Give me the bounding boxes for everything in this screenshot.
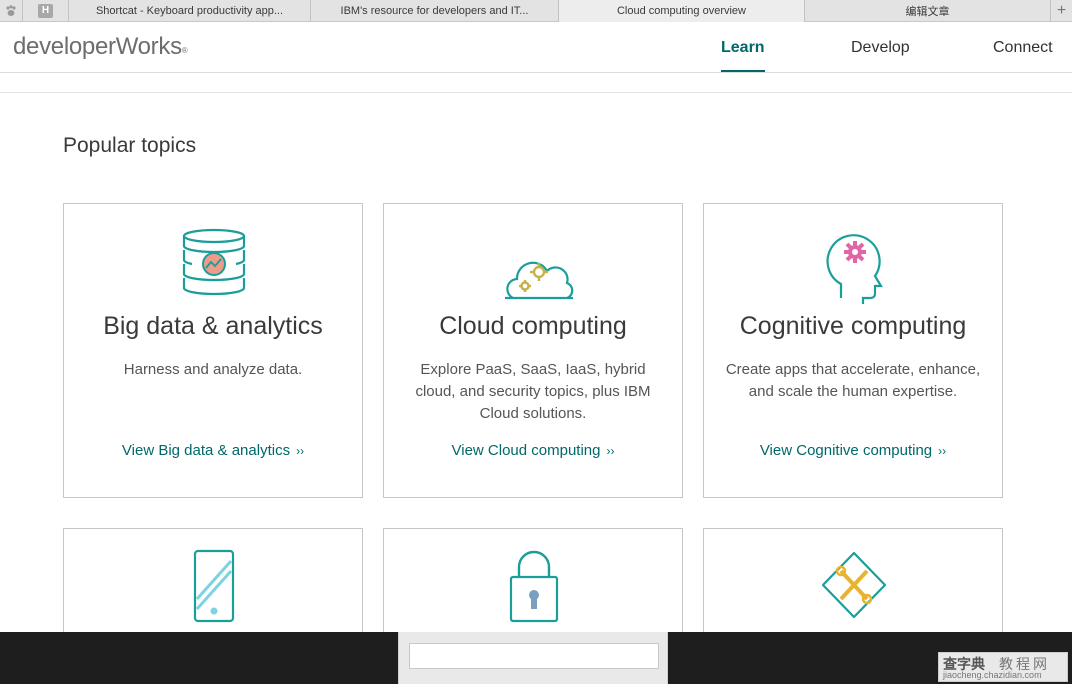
watermark: 查字典 教程网 jiaocheng.chazidian.com [938, 652, 1068, 682]
header-divider [0, 92, 1072, 93]
registered-mark: ® [181, 46, 188, 55]
card-mobile[interactable] [63, 528, 363, 648]
nav-develop-label: Develop [851, 38, 910, 56]
card-description: Harness and analyze data. [123, 361, 303, 378]
h-icon: H [38, 4, 53, 18]
nav-learn-label: Learn [721, 38, 765, 56]
card-description: Explore PaaS, SaaS, IaaS, hybrid cloud, … [415, 361, 651, 422]
chevron-right-icon: ›› [606, 444, 615, 458]
pinned-tab-h[interactable]: H [22, 0, 68, 22]
watermark-line3: jiaocheng.chazidian.com [943, 670, 1042, 680]
card-link[interactable]: View Cognitive computing ›› [704, 442, 1002, 459]
tab-edit-article[interactable]: 编辑文章 [804, 0, 1050, 22]
shortcat-search-input[interactable] [409, 643, 659, 669]
chevron-right-icon: ›› [938, 444, 947, 458]
cloud-gears-icon [505, 261, 574, 300]
card-link-label: View Cognitive computing [759, 442, 933, 459]
logo-text: developerWorks [13, 33, 182, 60]
card-cognitive-computing[interactable]: Cognitive computing Create apps that acc… [703, 203, 1003, 498]
tab-ibm-developers[interactable]: IBM's resource for developers and IT... [310, 0, 558, 22]
card-title: Cognitive computing [739, 312, 967, 340]
card-description: Create apps that accelerate, enhance, an… [725, 361, 981, 400]
browser-tab-bar: H Shortcat - Keyboard productivity app..… [0, 0, 1072, 22]
head-gear-icon [826, 234, 883, 304]
wrench-screwdriver-icon [821, 551, 887, 619]
nav-learn[interactable]: Learn [721, 22, 765, 73]
tab-cloud-computing[interactable]: Cloud computing overview [558, 0, 804, 22]
new-tab-button[interactable]: + [1050, 0, 1072, 22]
card-link[interactable]: View Cloud computing ›› [384, 442, 682, 459]
card-link-label: View Cloud computing [451, 442, 601, 459]
padlock-icon [509, 550, 559, 623]
card-title: Cloud computing [439, 312, 627, 340]
database-analytics-icon [182, 228, 246, 296]
card-tools[interactable] [703, 528, 1003, 648]
nav-connect[interactable]: Connect [993, 22, 1053, 73]
paw-icon[interactable] [0, 0, 22, 22]
card-security[interactable] [383, 528, 683, 648]
tab-shortcat[interactable]: Shortcat - Keyboard productivity app... [68, 0, 310, 22]
nav-active-underline [721, 70, 765, 72]
site-header: developerWorks® Learn Develop Connect [0, 22, 1072, 73]
chevron-right-icon: ›› [296, 444, 305, 458]
section-title: Popular topics [63, 134, 197, 157]
shortcat-search-panel [398, 632, 668, 684]
nav-connect-label: Connect [993, 38, 1053, 56]
nav-develop[interactable]: Develop [851, 22, 910, 73]
card-cloud-computing[interactable]: Cloud computing Explore PaaS, SaaS, IaaS… [383, 203, 683, 498]
card-link[interactable]: View Big data & analytics ›› [64, 442, 362, 459]
card-title: Big data & analytics [103, 312, 323, 340]
card-big-data[interactable]: Big data & analytics Harness and analyze… [63, 203, 363, 498]
card-link-label: View Big data & analytics [121, 442, 291, 459]
developerworks-logo[interactable]: developerWorks® [13, 33, 188, 61]
mobile-phone-icon [193, 549, 235, 623]
